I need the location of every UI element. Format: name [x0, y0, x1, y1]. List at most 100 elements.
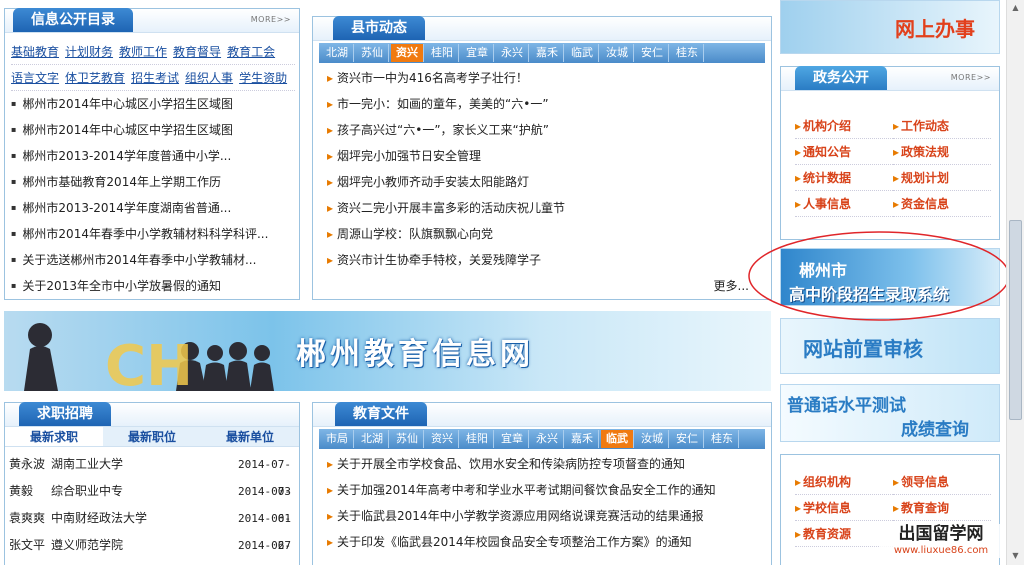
job-date: 2014-06-27 [238, 512, 291, 552]
list-item[interactable]: 郴州市2014年中心城区中学招生区域图 [11, 117, 293, 143]
table-row[interactable]: 黄永波 湖南工业大学 2014-07-03 [9, 451, 291, 498]
scroll-up-icon[interactable]: ▲ [1010, 2, 1021, 14]
info-link[interactable]: 教育资源 [795, 521, 893, 547]
category-link[interactable]: 计划财务 [65, 43, 113, 60]
list-item[interactable]: 郴州市2014年中心城区小学招生区域图 [11, 91, 293, 117]
tab-shiju[interactable]: 市局 [321, 430, 354, 448]
docs-list: 关于开展全市学校食品、饮用水安全和传染病防控专项督查的通知 关于加强2014年高… [327, 451, 763, 555]
tab-yongxing[interactable]: 永兴 [496, 44, 529, 62]
list-item[interactable]: 关于加强2014年高考中考和学业水平考试期间餐饮食品安全工作的通知 [327, 477, 763, 503]
tab-beihu[interactable]: 北湖 [356, 430, 389, 448]
list-item[interactable]: 郴州市2014年春季中小学教辅材料科学科评... [11, 221, 293, 247]
tab-linwu[interactable]: 临武 [601, 430, 634, 448]
catalog-category-row: 语言文字 体卫艺教育 招生考试 组织人事 学生资助 [11, 65, 295, 91]
people-silhouette-graphic: CH [24, 323, 274, 391]
tab-beihu[interactable]: 北湖 [321, 44, 354, 62]
watermark-line2: www.liuxue86.com [893, 545, 989, 556]
tab-zixing[interactable]: 资兴 [391, 44, 424, 62]
info-link[interactable]: 领导信息 [893, 469, 991, 495]
tab-jiahe[interactable]: 嘉禾 [531, 44, 564, 62]
tab-anren[interactable]: 安仁 [636, 44, 669, 62]
tab-jiahe[interactable]: 嘉禾 [566, 430, 599, 448]
list-item[interactable]: 关于2013年全市中小学放暑假的通知 [11, 273, 293, 299]
gov-link[interactable]: 机构介绍 [795, 113, 893, 139]
list-item[interactable]: 关于选送郴州市2014年春季中小学教辅材... [11, 247, 293, 273]
county-news-list: 资兴市一中为416名高考学子壮行！ 市一完小：如画的童年，美美的“六•一” 孩子… [327, 65, 763, 273]
category-link[interactable]: 教育工会 [227, 43, 275, 60]
list-item[interactable]: 市一完小：如画的童年，美美的“六•一” [327, 91, 763, 117]
tab-guidong[interactable]: 桂东 [706, 430, 739, 448]
site-review-title: 网站前置审核 [803, 337, 923, 361]
list-item[interactable]: 郴州市2013-2014学年度普通中小学... [11, 143, 293, 169]
tab-latest-positions[interactable]: 最新职位 [103, 427, 201, 446]
info-link[interactable]: 组织机构 [795, 469, 893, 495]
category-link[interactable]: 学生资助 [239, 69, 287, 86]
category-link[interactable]: 教师工作 [119, 43, 167, 60]
list-item[interactable]: 郴州市2013-2014学年度湖南省普通... [11, 195, 293, 221]
category-link[interactable]: 基础教育 [11, 43, 59, 60]
gov-link[interactable]: 政策法规 [893, 139, 991, 165]
gov-link[interactable]: 通知公告 [795, 139, 893, 165]
online-service-banner[interactable]: 网上办事 [780, 0, 1000, 54]
mandarin-line1: 普通话水平测试 [787, 396, 906, 416]
list-item[interactable]: 资兴市计生协牵手特校，关爱残障学子 [327, 247, 763, 273]
tab-suxian[interactable]: 苏仙 [391, 430, 424, 448]
tab-guidong[interactable]: 桂东 [671, 44, 704, 62]
list-item[interactable]: 资兴市一中为416名高考学子壮行！ [327, 65, 763, 91]
category-link[interactable]: 语言文字 [11, 69, 59, 86]
gov-more-link[interactable]: MORE>> [951, 73, 991, 82]
enrollment-system-banner[interactable]: 郴州市 高中阶段招生录取系统 [780, 248, 1000, 306]
tab-latest-seekers[interactable]: 最新求职 [5, 427, 103, 446]
jobs-title: 求职招聘 [19, 402, 111, 426]
banner-title: 郴州教育信息网 [296, 337, 534, 372]
job-school: 遵义师范学院 [51, 538, 124, 552]
tab-guiyang[interactable]: 桂阳 [461, 430, 494, 448]
list-item[interactable]: 关于临武县2014年中小学教学资源应用网络说课竞赛活动的结果通报 [327, 503, 763, 529]
catalog-category-links: 基础教育 计划财务 教师工作 教育督导 教育工会 语言文字 体卫艺教育 招生考试… [11, 39, 295, 91]
gov-link[interactable]: 统计数据 [795, 165, 893, 191]
list-item[interactable]: 烟坪完小加强节日安全管理 [327, 143, 763, 169]
site-review-banner[interactable]: 网站前置审核 [780, 318, 1000, 374]
gov-link[interactable]: 人事信息 [795, 191, 893, 217]
tab-rucheng[interactable]: 汝城 [601, 44, 634, 62]
tab-rucheng[interactable]: 汝城 [636, 430, 669, 448]
vertical-scrollbar[interactable]: ▲ ▼ [1006, 0, 1024, 565]
list-item[interactable]: 资兴二完小开展丰富多彩的活动庆祝儿童节 [327, 195, 763, 221]
tab-yizhang[interactable]: 宜章 [461, 44, 494, 62]
gov-link[interactable]: 规划计划 [893, 165, 991, 191]
info-link[interactable]: 学校信息 [795, 495, 893, 521]
job-date: 2014-06-01 [238, 539, 291, 552]
category-link[interactable]: 招生考试 [131, 69, 179, 86]
category-link[interactable]: 组织人事 [185, 69, 233, 86]
table-row[interactable]: 黄毅 综合职业中专 2014-07-01 [9, 478, 291, 525]
tab-yizhang[interactable]: 宜章 [496, 430, 529, 448]
tab-yongxing[interactable]: 永兴 [531, 430, 564, 448]
tab-linwu[interactable]: 临武 [566, 44, 599, 62]
list-item[interactable]: 关于印发《临武县2014年校园食品安全专项整治工作方案》的通知 [327, 529, 763, 555]
scrollbar-thumb[interactable] [1009, 220, 1022, 420]
job-name: 袁爽爽 [9, 511, 46, 525]
list-item[interactable]: 周源山学校：队旗飘飘心向党 [327, 221, 763, 247]
tab-latest-employers[interactable]: 最新单位 [201, 427, 299, 446]
list-item[interactable]: 关于开展全市学校食品、饮用水安全和传染病防控专项督查的通知 [327, 451, 763, 477]
gov-links: 机构介绍 工作动态 通知公告 政策法规 统计数据 规划计划 人事信息 资金信息 [795, 113, 991, 217]
tab-suxian[interactable]: 苏仙 [356, 44, 389, 62]
gov-link[interactable]: 资金信息 [893, 191, 991, 217]
list-item[interactable]: 郴州市基础教育2014年上学期工作历 [11, 169, 293, 195]
list-item[interactable]: 孩子高兴过“六•一”，家长义工来“护航” [327, 117, 763, 143]
tab-zixing[interactable]: 资兴 [426, 430, 459, 448]
gov-link[interactable]: 工作动态 [893, 113, 991, 139]
mandarin-test-banner[interactable]: 普通话水平测试 成绩查询 [780, 384, 1000, 442]
category-link[interactable]: 教育督导 [173, 43, 221, 60]
table-row[interactable]: 袁爽爽 中南财经政法大学 2014-06-27 [9, 505, 291, 552]
list-item[interactable]: 烟坪完小教师齐动手安装太阳能路灯 [327, 169, 763, 195]
tab-guiyang[interactable]: 桂阳 [426, 44, 459, 62]
county-more-link[interactable]: 更多... [714, 277, 749, 294]
scroll-down-icon[interactable]: ▼ [1010, 550, 1021, 562]
category-link[interactable]: 体卫艺教育 [65, 69, 125, 86]
info-link[interactable]: 教育查询 [893, 495, 991, 521]
watermark: 出国留学网 www.liuxue86.com [880, 524, 1002, 558]
table-row[interactable]: 张文平 遵义师范学院 2014-06-01 [9, 532, 291, 559]
catalog-more-link[interactable]: MORE>> [251, 15, 291, 24]
tab-anren[interactable]: 安仁 [671, 430, 704, 448]
